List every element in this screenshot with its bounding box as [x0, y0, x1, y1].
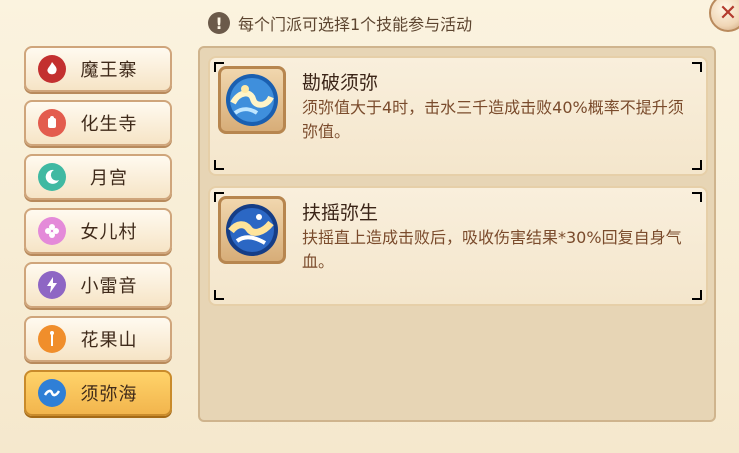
- sect-button-huaguoshan[interactable]: 花果山: [24, 316, 172, 362]
- thunder-icon: [38, 271, 66, 299]
- card-corner: [692, 192, 702, 202]
- card-corner: [692, 62, 702, 72]
- wave-icon: [38, 379, 66, 407]
- demon-flame-icon: [38, 55, 66, 83]
- sect-button-nvercun[interactable]: 女儿村: [24, 208, 172, 254]
- sect-label: 须弥海: [80, 384, 138, 405]
- notice-banner: ! 每个门派可选择1个技能参与活动: [208, 10, 472, 36]
- sect-button-xumihai[interactable]: 须弥海: [24, 370, 172, 416]
- moon-icon: [38, 163, 66, 191]
- flower-icon: [38, 217, 66, 245]
- card-corner: [692, 290, 702, 300]
- cloud-swirl-icon: [218, 196, 286, 264]
- sect-label: 魔王寨: [80, 60, 138, 81]
- exclamation-icon: !: [208, 12, 230, 34]
- skill-description: 扶摇直上造成击败后，吸收伤害结果*30%回复自身气血。: [302, 228, 682, 271]
- sect-label: 化生寺: [80, 114, 138, 135]
- skill-panel: 勘破须弥 须弥值大于4时，击水三千造成击败40%概率不提升须弥值。 扶摇弥生 扶…: [198, 46, 716, 422]
- staff-icon: [38, 325, 66, 353]
- skill-card[interactable]: 勘破须弥 须弥值大于4时，击水三千造成击败40%概率不提升须弥值。: [208, 56, 708, 176]
- skill-card[interactable]: 扶摇弥生 扶摇直上造成击败后，吸收伤害结果*30%回复自身气血。: [208, 186, 708, 306]
- sect-button-yuegong[interactable]: 月宫: [24, 154, 172, 200]
- notice-text: 每个门派可选择1个技能参与活动: [238, 15, 473, 34]
- sect-label: 小雷音: [80, 276, 138, 297]
- sect-button-xiaoleiyin[interactable]: 小雷音: [24, 262, 172, 308]
- card-corner: [214, 290, 224, 300]
- sect-label: 月宫: [90, 168, 128, 189]
- sect-label: 女儿村: [80, 222, 138, 243]
- sect-button-mowangzhai[interactable]: 魔王寨: [24, 46, 172, 92]
- card-corner: [692, 160, 702, 170]
- card-corner: [214, 160, 224, 170]
- sect-list: 魔王寨 化生寺 月宫 女儿村 小雷音 花果山 须弥海: [24, 46, 172, 424]
- wave-swirl-icon: [218, 66, 286, 134]
- buddha-icon: [38, 109, 66, 137]
- sect-button-huashengsi[interactable]: 化生寺: [24, 100, 172, 146]
- close-icon: ✕: [718, 0, 738, 26]
- skill-name: 勘破须弥: [302, 72, 379, 94]
- skill-name: 扶摇弥生: [302, 202, 379, 224]
- skill-description: 须弥值大于4时，击水三千造成击败40%概率不提升须弥值。: [302, 98, 684, 141]
- sect-label: 花果山: [80, 330, 138, 351]
